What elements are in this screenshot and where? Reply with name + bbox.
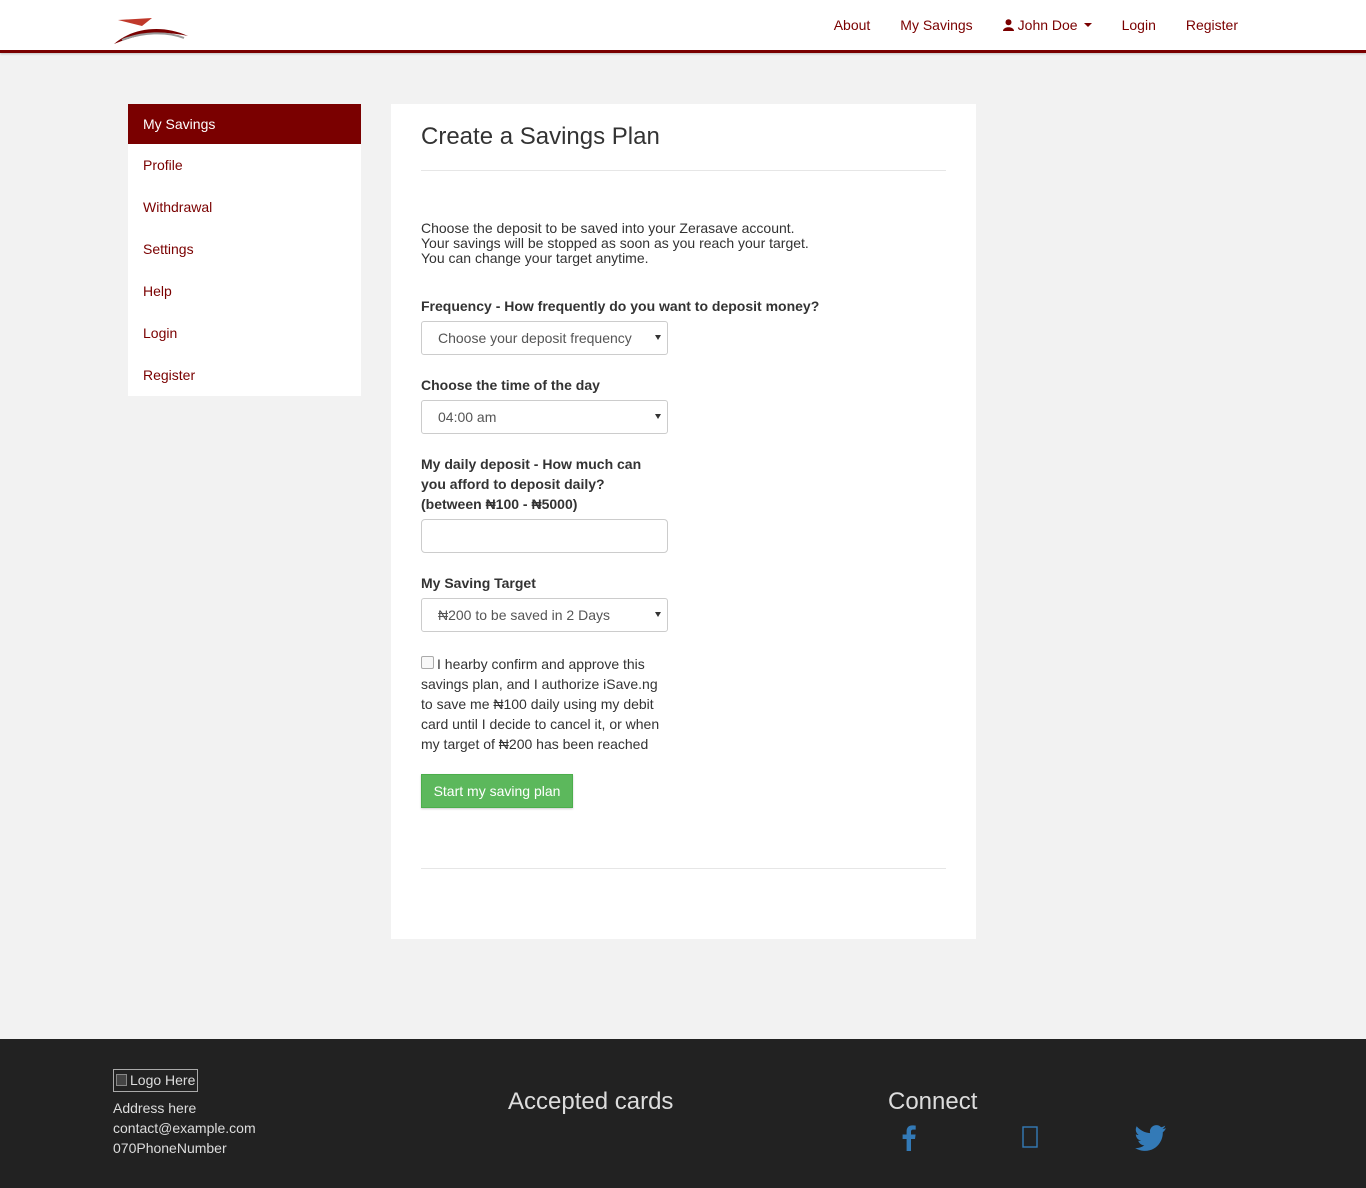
- nav-my-savings[interactable]: My Savings: [900, 17, 972, 33]
- top-navbar: About My Savings John Doe Login Register: [0, 0, 1366, 53]
- footer-logo-alt: Logo Here: [130, 1072, 196, 1088]
- intro-text: Choose the deposit to be saved into your…: [421, 221, 809, 266]
- sidebar-item-register[interactable]: Register: [128, 354, 361, 396]
- saving-target-label: My Saving Target: [421, 575, 536, 591]
- nav-about[interactable]: About: [834, 17, 871, 33]
- sidebar-item-my-savings[interactable]: My Savings: [128, 104, 361, 144]
- footer-logo-image: Logo Here: [113, 1069, 198, 1092]
- sidebar-item-profile[interactable]: Profile: [128, 144, 361, 186]
- daily-deposit-label-line: you afford to deposit daily?: [421, 476, 605, 492]
- page-title: Create a Savings Plan: [421, 123, 660, 150]
- start-saving-plan-button[interactable]: Start my saving plan: [421, 774, 573, 808]
- daily-deposit-label-line: My daily deposit - How much can: [421, 456, 642, 472]
- sidebar-item-settings[interactable]: Settings: [128, 228, 361, 270]
- nav-login[interactable]: Login: [1122, 17, 1156, 33]
- nav-register[interactable]: Register: [1186, 17, 1238, 33]
- saving-target-select-value: ₦200 to be saved in 2 Days: [438, 607, 610, 623]
- intro-line: You can change your target anytime.: [421, 250, 649, 266]
- saving-target-select[interactable]: ₦200 to be saved in 2 Days: [421, 598, 668, 632]
- footer-email[interactable]: contact@example.com: [113, 1120, 256, 1136]
- divider: [421, 868, 946, 869]
- footer-address: Address here: [113, 1100, 197, 1116]
- accepted-cards-heading: Accepted cards: [508, 1088, 674, 1115]
- divider: [421, 170, 946, 171]
- nav-links: About My Savings John Doe Login Register: [804, 0, 1238, 50]
- brand-logo[interactable]: [112, 14, 190, 48]
- user-icon: [1002, 19, 1014, 31]
- connect-heading: Connect: [888, 1088, 978, 1115]
- confirm-text: I hearby confirm and approve this saving…: [421, 656, 660, 752]
- dropdown-arrow-icon: [655, 612, 661, 617]
- footer-phone: 070PhoneNumber: [113, 1140, 227, 1156]
- sidebar: My Savings Profile Withdrawal Settings H…: [128, 104, 361, 396]
- daily-deposit-label: My daily deposit - How much can you affo…: [421, 454, 641, 514]
- intro-line: Choose the deposit to be saved into your…: [421, 220, 795, 236]
- time-select-value: 04:00 am: [438, 409, 497, 425]
- footer: Logo Here Address here contact@example.c…: [0, 1039, 1366, 1188]
- main-panel: Create a Savings Plan Choose the deposit…: [391, 104, 976, 939]
- time-label: Choose the time of the day: [421, 377, 600, 393]
- nav-user-name: John Doe: [1017, 17, 1078, 33]
- sidebar-item-login[interactable]: Login: [128, 312, 361, 354]
- sidebar-item-withdrawal[interactable]: Withdrawal: [128, 186, 361, 228]
- caret-down-icon: [1083, 23, 1092, 27]
- dropdown-arrow-icon: [655, 335, 661, 340]
- time-select[interactable]: 04:00 am: [421, 400, 668, 434]
- broken-image-icon: [116, 1074, 127, 1086]
- frequency-select[interactable]: Choose your deposit frequency: [421, 321, 668, 355]
- daily-deposit-label-line: (between ₦100 - ₦5000): [421, 496, 578, 512]
- facebook-icon[interactable]: [901, 1125, 917, 1151]
- frequency-select-value: Choose your deposit frequency: [438, 330, 632, 346]
- twitter-icon[interactable]: [1135, 1125, 1166, 1151]
- dropdown-arrow-icon: [655, 414, 661, 419]
- nav-user-menu[interactable]: John Doe: [1002, 17, 1092, 33]
- sidebar-item-help[interactable]: Help: [128, 270, 361, 312]
- intro-line: Your savings will be stopped as soon as …: [421, 235, 809, 251]
- daily-deposit-input[interactable]: [421, 519, 668, 553]
- instagram-icon[interactable]: [1022, 1125, 1038, 1149]
- frequency-label: Frequency - How frequently do you want t…: [421, 298, 820, 314]
